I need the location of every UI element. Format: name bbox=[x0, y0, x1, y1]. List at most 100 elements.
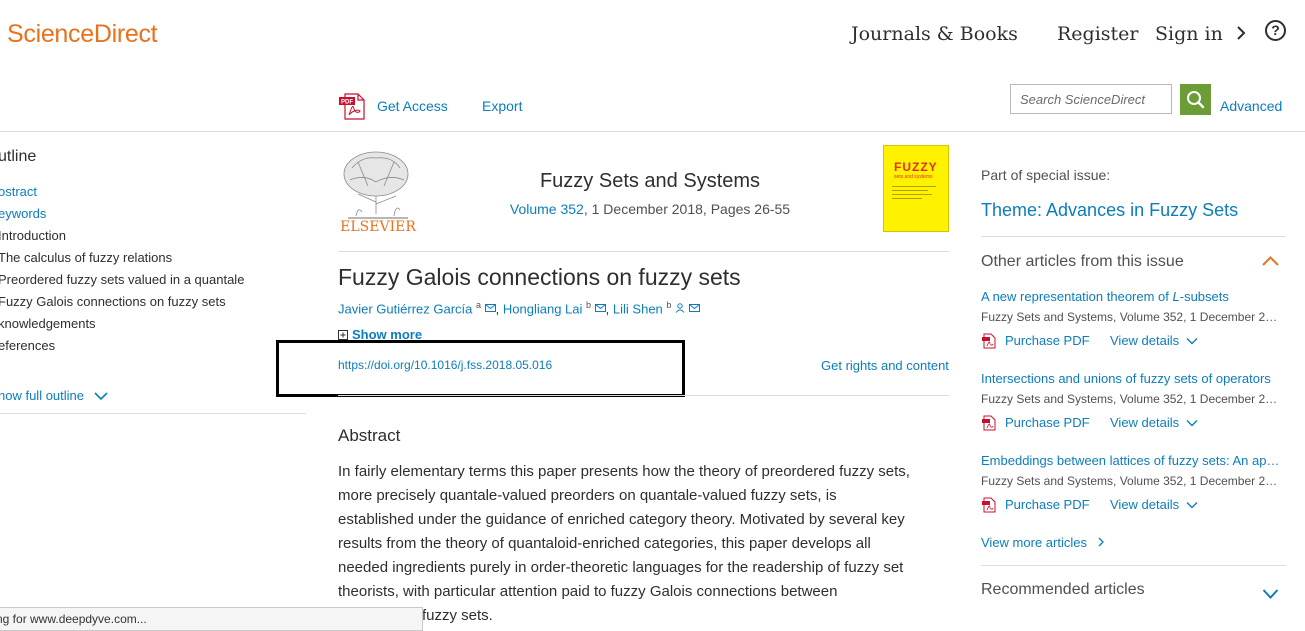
pdf-icon bbox=[982, 333, 996, 349]
outline-title: utline bbox=[0, 148, 37, 165]
author-affiliation: a bbox=[476, 300, 482, 310]
special-issue-link[interactable]: Theme: Advances in Fuzzy Sets bbox=[981, 200, 1238, 221]
related-article-source: Fuzzy Sets and Systems, Volume 352, 1 De… bbox=[981, 310, 1281, 324]
cover-subtitle: sets and systems bbox=[894, 174, 933, 180]
chevron-down-icon bbox=[94, 392, 108, 401]
cover-title: FUZZY bbox=[894, 160, 938, 174]
related-article-title[interactable]: Embeddings between lattices of fuzzy set… bbox=[981, 453, 1285, 468]
doi-link[interactable]: https://doi.org/10.1016/j.fss.2018.05.01… bbox=[338, 358, 552, 372]
chevron-down-icon bbox=[1186, 420, 1198, 427]
related-article-source: Fuzzy Sets and Systems, Volume 352, 1 De… bbox=[981, 392, 1281, 406]
issue-date-pages: , 1 December 2018, Pages 26-55 bbox=[583, 201, 791, 217]
get-rights-link[interactable]: Get rights and content bbox=[821, 358, 949, 373]
view-details-label: View details bbox=[1110, 497, 1180, 512]
plus-box-icon bbox=[338, 330, 348, 340]
advanced-search-link[interactable]: Advanced bbox=[1220, 98, 1282, 114]
status-text: ng for www.deepdyve.com... bbox=[0, 612, 147, 626]
pdf-icon[interactable]: PDF bbox=[338, 91, 368, 121]
abstract-line: more precisely quantale-valued preorders… bbox=[338, 487, 837, 504]
abstract-heading: Abstract bbox=[338, 426, 401, 445]
sidebar-divider bbox=[981, 565, 1286, 566]
sciencedirect-logo[interactable]: ScienceDirect bbox=[7, 20, 158, 49]
show-full-outline-label: how full outline bbox=[0, 388, 84, 403]
search-input[interactable] bbox=[1010, 84, 1172, 114]
elsevier-logo[interactable]: ELSEVIER bbox=[338, 146, 418, 234]
author-name[interactable]: Hongliang Lai bbox=[503, 301, 583, 316]
chevron-right-icon bbox=[1098, 537, 1104, 547]
envelope-icon[interactable] bbox=[594, 304, 606, 313]
browser-status-bar: ng for www.deepdyve.com... bbox=[0, 607, 423, 631]
nav-journals-books[interactable]: Journals & Books bbox=[851, 23, 1018, 45]
related-article-source: Fuzzy Sets and Systems, Volume 352, 1 De… bbox=[981, 474, 1281, 488]
purchase-pdf-link[interactable]: Purchase PDF bbox=[1005, 497, 1090, 512]
article-title: Fuzzy Galois connections on fuzzy sets bbox=[338, 264, 741, 290]
journal-meta: Volume 352, 1 December 2018, Pages 26-55 bbox=[440, 201, 860, 217]
chevron-up-icon[interactable] bbox=[1261, 254, 1280, 268]
doi-divider bbox=[338, 395, 949, 396]
purchase-pdf-link[interactable]: Purchase PDF bbox=[1005, 333, 1090, 348]
purchase-pdf-link[interactable]: Purchase PDF bbox=[1005, 415, 1090, 430]
envelope-icon[interactable] bbox=[688, 304, 700, 313]
outline-item-references[interactable]: eferences bbox=[0, 338, 55, 353]
show-full-outline-button[interactable]: how full outline bbox=[0, 388, 108, 403]
related-title-text: -subsets bbox=[1179, 289, 1229, 304]
author-affiliation: b bbox=[586, 300, 592, 310]
help-icon[interactable]: ? bbox=[1265, 20, 1286, 41]
pdf-icon bbox=[982, 497, 996, 513]
abstract-line: theorists, with particular attention pai… bbox=[338, 583, 838, 600]
outline-item-keywords[interactable]: eywords bbox=[0, 206, 46, 221]
related-article-title[interactable]: A new representation theorem of L-subset… bbox=[981, 289, 1285, 304]
view-more-articles-link[interactable]: View more articles bbox=[981, 535, 1105, 550]
article-header-divider bbox=[338, 251, 949, 252]
view-details-button[interactable]: View details bbox=[1110, 333, 1198, 348]
search-button[interactable] bbox=[1180, 84, 1211, 115]
sidebar-divider bbox=[981, 236, 1286, 237]
journal-title[interactable]: Fuzzy Sets and Systems bbox=[440, 170, 860, 193]
outline-item-acknowledgements[interactable]: knowledgements bbox=[0, 316, 96, 331]
chevron-down-icon[interactable] bbox=[1262, 588, 1279, 600]
abstract-body: In fairly elementary terms this paper pr… bbox=[338, 460, 954, 628]
outline-item-calculus[interactable]: The calculus of fuzzy relations bbox=[0, 250, 172, 265]
other-articles-heading[interactable]: Other articles from this issue bbox=[981, 253, 1184, 271]
view-details-label: View details bbox=[1110, 333, 1180, 348]
outline-item-galois[interactable]: Fuzzy Galois connections on fuzzy sets bbox=[0, 294, 226, 309]
abstract-line: established under the guidance of enrich… bbox=[338, 511, 905, 528]
export-link[interactable]: Export bbox=[482, 98, 522, 114]
volume-link[interactable]: Volume 352 bbox=[510, 201, 584, 217]
journal-cover-image[interactable]: FUZZY sets and systems bbox=[883, 145, 949, 232]
toolbar-divider bbox=[0, 131, 1305, 132]
abstract-line: In fairly elementary terms this paper pr… bbox=[338, 463, 910, 480]
pdf-icon bbox=[982, 415, 996, 431]
abstract-line: results from the theory of quantaloid-en… bbox=[338, 535, 871, 552]
recommended-articles-heading[interactable]: Recommended articles bbox=[981, 581, 1145, 599]
search-icon bbox=[1187, 91, 1205, 109]
person-icon[interactable] bbox=[675, 303, 685, 314]
view-details-label: View details bbox=[1110, 415, 1180, 430]
related-article-title[interactable]: Intersections and unions of fuzzy sets o… bbox=[981, 371, 1285, 386]
related-title-italic: L bbox=[1172, 289, 1180, 304]
chevron-right-icon bbox=[1237, 26, 1246, 40]
chevron-down-icon bbox=[1186, 338, 1198, 345]
author-name[interactable]: Javier Gutiérrez García bbox=[338, 301, 472, 316]
view-more-label: View more articles bbox=[981, 535, 1087, 550]
nav-sign-in[interactable]: Sign in bbox=[1155, 23, 1247, 45]
svg-text:PDF: PDF bbox=[341, 100, 353, 106]
abstract-line: needed ingredients purely in order-theor… bbox=[338, 559, 904, 576]
sign-in-label: Sign in bbox=[1155, 23, 1223, 45]
author-name[interactable]: Lili Shen bbox=[613, 301, 663, 316]
outline-item-abstract[interactable]: ostract bbox=[0, 184, 37, 199]
outline-item-preordered[interactable]: Preordered fuzzy sets valued in a quanta… bbox=[0, 272, 244, 287]
elsevier-wordmark: ELSEVIER bbox=[340, 219, 416, 234]
envelope-icon[interactable] bbox=[484, 304, 496, 313]
view-details-button[interactable]: View details bbox=[1110, 497, 1198, 512]
outline-divider bbox=[0, 413, 306, 414]
related-title-text: A new representation theorem of bbox=[981, 289, 1173, 304]
nav-register[interactable]: Register bbox=[1057, 23, 1139, 45]
author-list: Javier Gutiérrez García a , Hongliang La… bbox=[338, 300, 700, 316]
author-affiliation: b bbox=[666, 300, 672, 310]
view-details-button[interactable]: View details bbox=[1110, 415, 1198, 430]
chevron-down-icon bbox=[1186, 502, 1198, 509]
get-access-link[interactable]: Get Access bbox=[377, 98, 448, 114]
abstract-line: fuzzy sets. bbox=[422, 607, 493, 624]
outline-item-introduction[interactable]: Introduction bbox=[0, 228, 66, 243]
